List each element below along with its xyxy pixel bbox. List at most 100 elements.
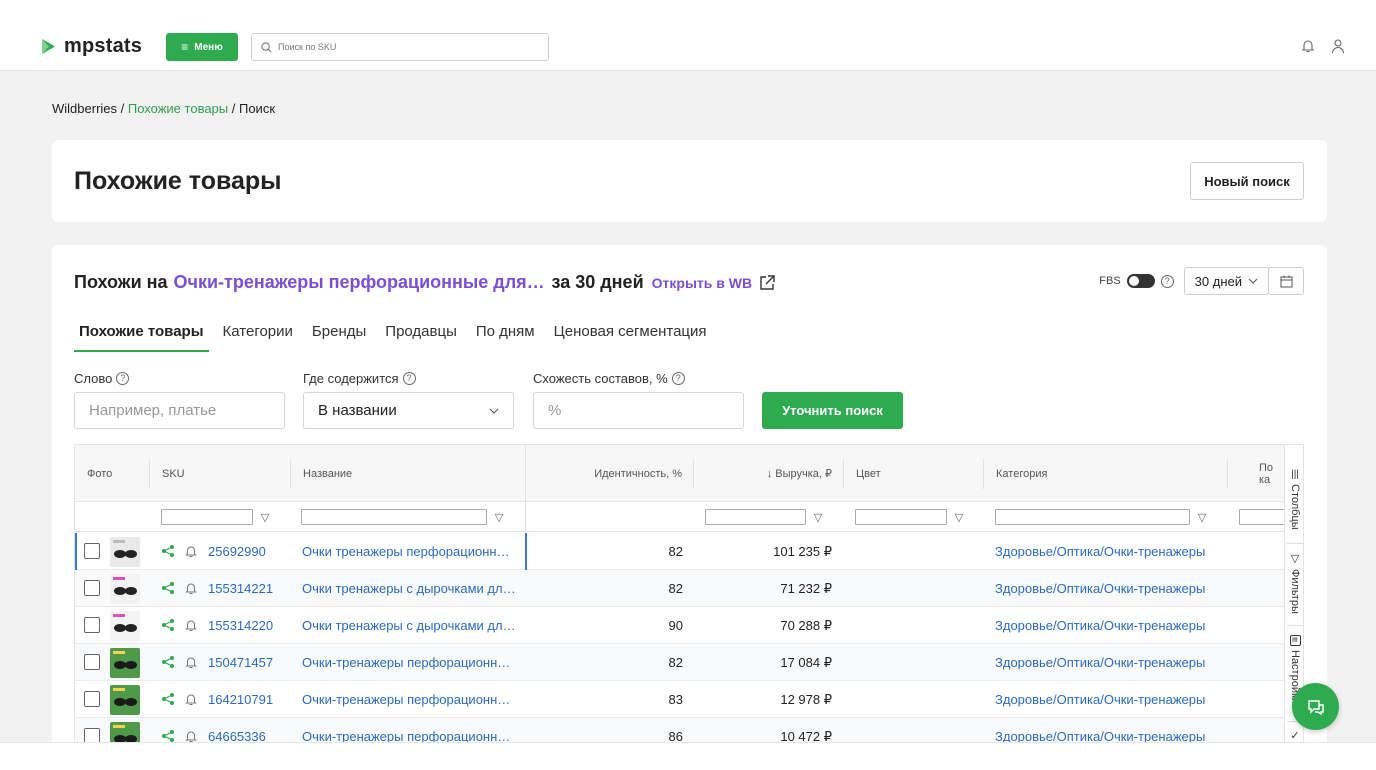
product-name-link[interactable]: Очки-тренажеры перфорационные для зрения [302,692,516,707]
product-name-link[interactable]: Очки-тренажеры перфорационные для зрения [302,655,516,670]
sku-link[interactable]: 155314220 [208,618,273,633]
category-link[interactable]: Здоровье/Оптика/Очки-тренажеры [995,618,1215,633]
logo-icon [42,39,55,54]
refine-search-button[interactable]: Уточнить поиск [762,392,903,429]
category-link[interactable]: Здоровье/Оптика/Очки-тренажеры [995,581,1215,596]
category-link[interactable]: Здоровье/Оптика/Очки-тренажеры [995,655,1215,670]
column-header-extra[interactable]: По ка [1245,445,1285,502]
row-checkbox[interactable] [84,580,100,596]
tab-similar[interactable]: Похожие товары [74,323,209,352]
sku-link[interactable]: 155314221 [208,581,273,596]
bell-icon[interactable] [184,581,198,595]
tab-categories[interactable]: Категории [218,323,298,352]
logo[interactable]: mpstats [40,35,142,58]
sku-link[interactable]: 150471457 [208,655,273,670]
menu-button[interactable]: ≡ Меню [166,33,238,61]
funnel-icon[interactable]: ▽ [953,511,965,524]
calendar-button[interactable] [1268,267,1304,295]
extra-column-filter-input[interactable] [1239,509,1285,525]
table-row[interactable]: 164210791 Очки-тренажеры перфорационные д… [75,681,1285,718]
table-row[interactable]: 155314220 Очки тренажеры с дырочками для … [75,607,1285,644]
bell-icon[interactable] [184,729,198,743]
where-select[interactable]: В названии [303,392,514,429]
fbs-toggle[interactable] [1126,274,1155,288]
table-row[interactable]: 25692990 Очки тренажеры перфорационные дл… [75,533,1285,570]
word-filter-input[interactable] [89,402,270,419]
period-controls: FBS ? 30 дней [1099,267,1304,295]
where-select-value: В названии [318,402,397,419]
word-filter[interactable] [74,392,285,429]
column-header-color[interactable]: Цвет [844,445,984,502]
tab-brands[interactable]: Бренды [307,323,371,352]
tab-sellers[interactable]: Продавцы [380,323,462,352]
product-photo[interactable] [110,537,140,567]
chat-button[interactable] [1292,683,1339,730]
share-icon[interactable] [161,581,175,595]
sku-link[interactable]: 164210791 [208,692,273,707]
tab-by-days[interactable]: По дням [471,323,540,352]
sku-search-input[interactable] [278,42,518,52]
product-photo[interactable] [110,574,140,604]
share-icon[interactable] [161,729,175,743]
help-icon[interactable]: ? [1160,274,1174,288]
side-check-button[interactable]: ✓ [1285,729,1303,742]
help-icon[interactable]: ? [402,372,416,385]
sku-link[interactable]: 25692990 [208,544,266,559]
similarity-filter-label: Схожесть составов, % ? [533,371,685,386]
product-photo[interactable] [110,685,140,715]
check-icon: ✓ [1290,730,1300,742]
category-link[interactable]: Здоровье/Оптика/Очки-тренажеры [995,544,1215,559]
column-header-identity[interactable]: Идентичность, % [526,445,694,502]
side-columns-button[interactable]: ||| Столбцы [1285,469,1303,530]
column-header-category[interactable]: Категория [984,445,1228,502]
bell-icon[interactable] [184,544,198,558]
open-in-wb-link[interactable]: Открыть в WB [652,274,776,292]
breadcrumb-section[interactable]: Похожие товары [128,101,228,116]
similarity-filter[interactable] [533,392,744,429]
category-link[interactable]: Здоровье/Оптика/Очки-тренажеры [995,692,1215,707]
product-name-link[interactable]: Очки тренажеры с дырочками для зрения [302,581,516,596]
column-header-revenue[interactable]: ↓ Выручка, ₽ [694,445,844,502]
help-icon[interactable]: ? [671,372,685,385]
user-icon[interactable] [1330,38,1346,54]
help-icon[interactable]: ? [116,372,130,385]
name-column-filter-input[interactable] [301,509,487,525]
share-icon[interactable] [161,544,175,558]
table-row[interactable]: 150471457 Очки-тренажеры перфорационные д… [75,644,1285,681]
bell-icon[interactable] [184,692,198,706]
row-checkbox[interactable] [84,691,100,707]
bell-icon[interactable] [184,655,198,669]
row-checkbox[interactable] [84,543,100,559]
product-name-link[interactable]: Очки тренажеры с дырочками для зрения [302,618,516,633]
breadcrumb-root[interactable]: Wildberries [52,101,117,116]
bell-icon[interactable] [1300,38,1316,54]
tab-price-segmentation[interactable]: Ценовая сегментация [549,323,712,352]
bell-icon[interactable] [184,618,198,632]
column-header-name[interactable]: Название [291,445,525,502]
funnel-icon[interactable]: ▽ [259,511,271,524]
new-search-button[interactable]: Новый поиск [1190,162,1304,200]
revenue-column-filter-input[interactable] [705,509,806,525]
row-checkbox[interactable] [84,654,100,670]
revenue-value: 71 232 ₽ [780,581,832,596]
product-photo[interactable] [110,648,140,678]
category-column-filter-input[interactable] [995,509,1190,525]
sku-column-filter-input[interactable] [161,509,253,525]
sku-search[interactable] [251,33,549,61]
row-checkbox[interactable] [84,617,100,633]
share-icon[interactable] [161,692,175,706]
funnel-icon[interactable]: ▽ [1196,511,1208,524]
similarity-filter-input[interactable] [548,402,729,419]
color-column-filter-input[interactable] [855,509,947,525]
side-filters-button[interactable]: ▽ Фильтры [1285,552,1303,614]
product-photo[interactable] [110,611,140,641]
product-name-link[interactable]: Очки тренажеры перфорационные для зрения [302,544,516,559]
source-product-link[interactable]: Очки-тренажеры перфорационные для з... [174,272,546,293]
table-row[interactable]: 155314221 Очки тренажеры с дырочками для … [75,570,1285,607]
period-select[interactable]: 30 дней [1183,267,1269,295]
share-icon[interactable] [161,655,175,669]
column-header-sku[interactable]: SKU [150,445,291,502]
share-icon[interactable] [161,618,175,632]
funnel-icon[interactable]: ▽ [812,511,824,524]
funnel-icon[interactable]: ▽ [493,511,505,524]
